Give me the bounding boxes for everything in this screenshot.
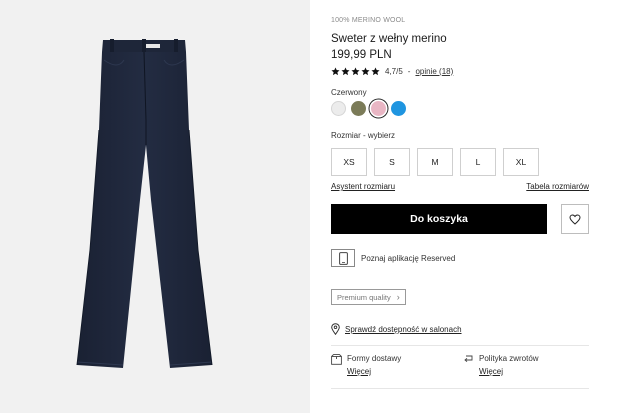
returns-more-link[interactable]: Więcej [479, 367, 539, 376]
app-promo-label: Poznaj aplikację Reserved [361, 253, 456, 263]
color-swatch-light-grey[interactable] [331, 101, 346, 116]
add-to-cart-button[interactable]: Do koszyka [331, 204, 547, 234]
color-swatch-blue[interactable] [391, 101, 406, 116]
delivery-policy: Formy dostawy Więcej [331, 354, 401, 376]
delivery-title: Formy dostawy [347, 354, 402, 363]
store-availability-link[interactable]: Sprawdź dostępność w salonach [331, 323, 462, 335]
product-info-panel: 100% MERINO WOOL Sweter z wełny merino 1… [331, 0, 591, 413]
size-button-xs[interactable]: XS [331, 148, 367, 176]
delivery-box-icon [331, 354, 342, 365]
size-button-s[interactable]: S [374, 148, 410, 176]
premium-quality-label: Premium quality [337, 292, 391, 302]
product-title: Sweter z wełny merino [331, 33, 447, 45]
returns-policy: Polityka zwrotów Więcej [463, 354, 539, 376]
heart-icon [569, 213, 581, 225]
size-button-m[interactable]: M [417, 148, 453, 176]
store-availability-label: Sprawdź dostępność w salonach [345, 324, 462, 334]
color-swatch-olive[interactable] [351, 101, 366, 116]
size-table-link[interactable]: Tabela rozmiarów [526, 182, 589, 191]
star-icon [371, 66, 380, 75]
star-icon [331, 66, 340, 75]
size-button-l[interactable]: L [460, 148, 496, 176]
divider [331, 388, 589, 389]
color-swatch-pink[interactable] [371, 101, 386, 116]
divider [331, 345, 589, 346]
size-selector: XS S M L XL [331, 148, 539, 176]
product-image-gallery[interactable] [0, 0, 310, 413]
reviews-link[interactable]: opinie (18) [415, 67, 453, 76]
color-swatches [331, 101, 406, 116]
product-eyebrow: 100% MERINO WOOL [331, 17, 406, 24]
star-icon [341, 66, 350, 75]
returns-title: Polityka zwrotów [479, 354, 539, 363]
rating-stars [331, 66, 380, 76]
selected-color-label: Czerwony [331, 88, 367, 97]
jeans-product-image [76, 39, 213, 368]
app-promo[interactable]: Poznaj aplikację Reserved [331, 249, 455, 267]
rating-score: 4,7/5 [385, 66, 403, 76]
size-label: Rozmiar - wybierz [331, 131, 396, 140]
star-icon [361, 66, 370, 75]
return-arrow-icon [464, 355, 473, 363]
size-assistant-link[interactable]: Asystent rozmiaru [331, 182, 395, 191]
premium-quality-badge[interactable]: Premium quality › [331, 289, 406, 305]
size-links: Asystent rozmiaru Tabela rozmiarów [331, 182, 589, 191]
wishlist-button[interactable] [561, 204, 589, 234]
rating-separator: - [407, 66, 411, 76]
star-icon [351, 66, 360, 75]
rating-row: 4,7/5 - opinie (18) [331, 65, 453, 77]
phone-icon [331, 249, 355, 267]
location-pin-icon [331, 323, 340, 335]
chevron-right-icon: › [396, 292, 400, 302]
delivery-more-link[interactable]: Więcej [347, 367, 401, 376]
product-price: 199,99 PLN [331, 49, 392, 61]
size-button-xl[interactable]: XL [503, 148, 539, 176]
